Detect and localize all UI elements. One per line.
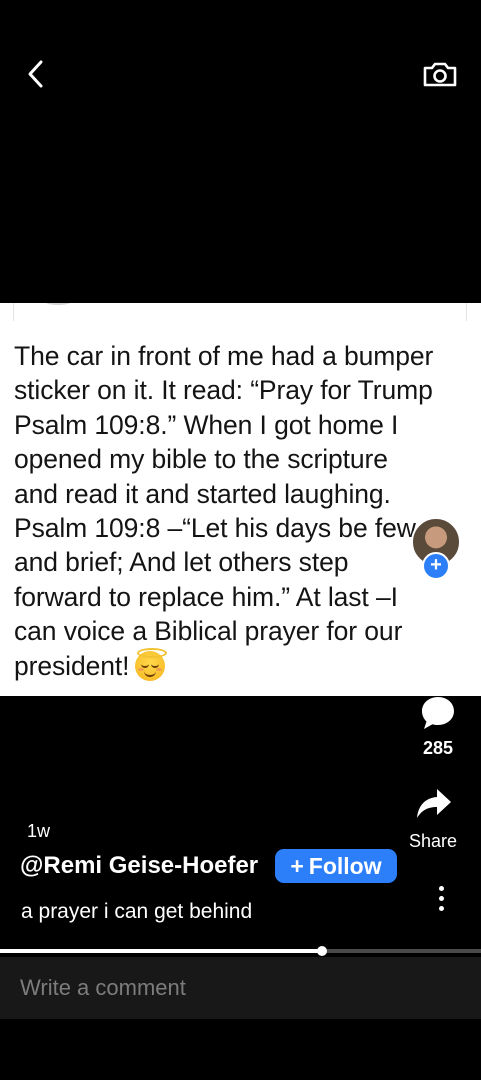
camera-button[interactable] bbox=[418, 54, 462, 94]
follow-button[interactable]: + Follow bbox=[275, 849, 397, 883]
post-line: The car in front of me had a bumper bbox=[14, 341, 434, 371]
post-line: and read it and started laughing. bbox=[14, 478, 391, 509]
comment-count: 285 bbox=[422, 738, 454, 758]
frame-edge bbox=[13, 303, 14, 321]
more-dot-icon bbox=[438, 905, 444, 911]
more-options-button[interactable] bbox=[426, 880, 456, 916]
post-line: opened my bible to the scripture bbox=[14, 444, 388, 475]
post-image[interactable]: The car in front of me had a bumper stic… bbox=[0, 303, 481, 696]
back-button[interactable] bbox=[16, 52, 56, 96]
author-username[interactable]: @Remi Geise-Hoefer bbox=[20, 852, 258, 880]
post-caption: a prayer i can get behind bbox=[21, 900, 253, 923]
follow-label: Follow bbox=[308, 852, 382, 879]
post-age: 1w bbox=[27, 821, 51, 841]
avatar-follow-button[interactable]: + bbox=[422, 552, 450, 580]
comment-icon[interactable] bbox=[419, 694, 457, 732]
frame-edge bbox=[466, 303, 467, 321]
post-line: can voice a Biblical prayer for our bbox=[14, 616, 403, 647]
like-icon[interactable] bbox=[420, 605, 450, 633]
comment-input[interactable] bbox=[20, 970, 460, 1006]
more-dot-icon bbox=[438, 885, 444, 891]
camera-icon bbox=[423, 62, 457, 87]
post-line: Psalm 109:8 –“Let his days be few bbox=[14, 513, 416, 544]
post-line: president! bbox=[14, 650, 130, 681]
chevron-left-icon bbox=[28, 60, 43, 88]
video-progress-handle[interactable] bbox=[317, 946, 327, 956]
post-line: and brief; And let others step bbox=[14, 547, 349, 578]
plus-icon: + bbox=[290, 852, 304, 879]
share-button-label[interactable]: Share bbox=[400, 831, 466, 852]
video-progress-fill bbox=[0, 949, 322, 953]
smiling-face-with-halo-icon bbox=[135, 647, 168, 681]
post-line: Psalm 109:8.” When I got home I bbox=[14, 409, 399, 440]
comment-bar bbox=[0, 957, 481, 1019]
more-dot-icon bbox=[438, 895, 444, 901]
post-line: sticker on it. It read: “Pray for Trump bbox=[14, 375, 433, 406]
image-artifact bbox=[44, 303, 72, 305]
share-icon[interactable] bbox=[415, 786, 453, 822]
post-text: The car in front of me had a bumper stic… bbox=[14, 339, 474, 683]
like-count: 2,469 bbox=[411, 645, 457, 665]
post-line: forward to replace him.” At last –I bbox=[14, 581, 398, 612]
